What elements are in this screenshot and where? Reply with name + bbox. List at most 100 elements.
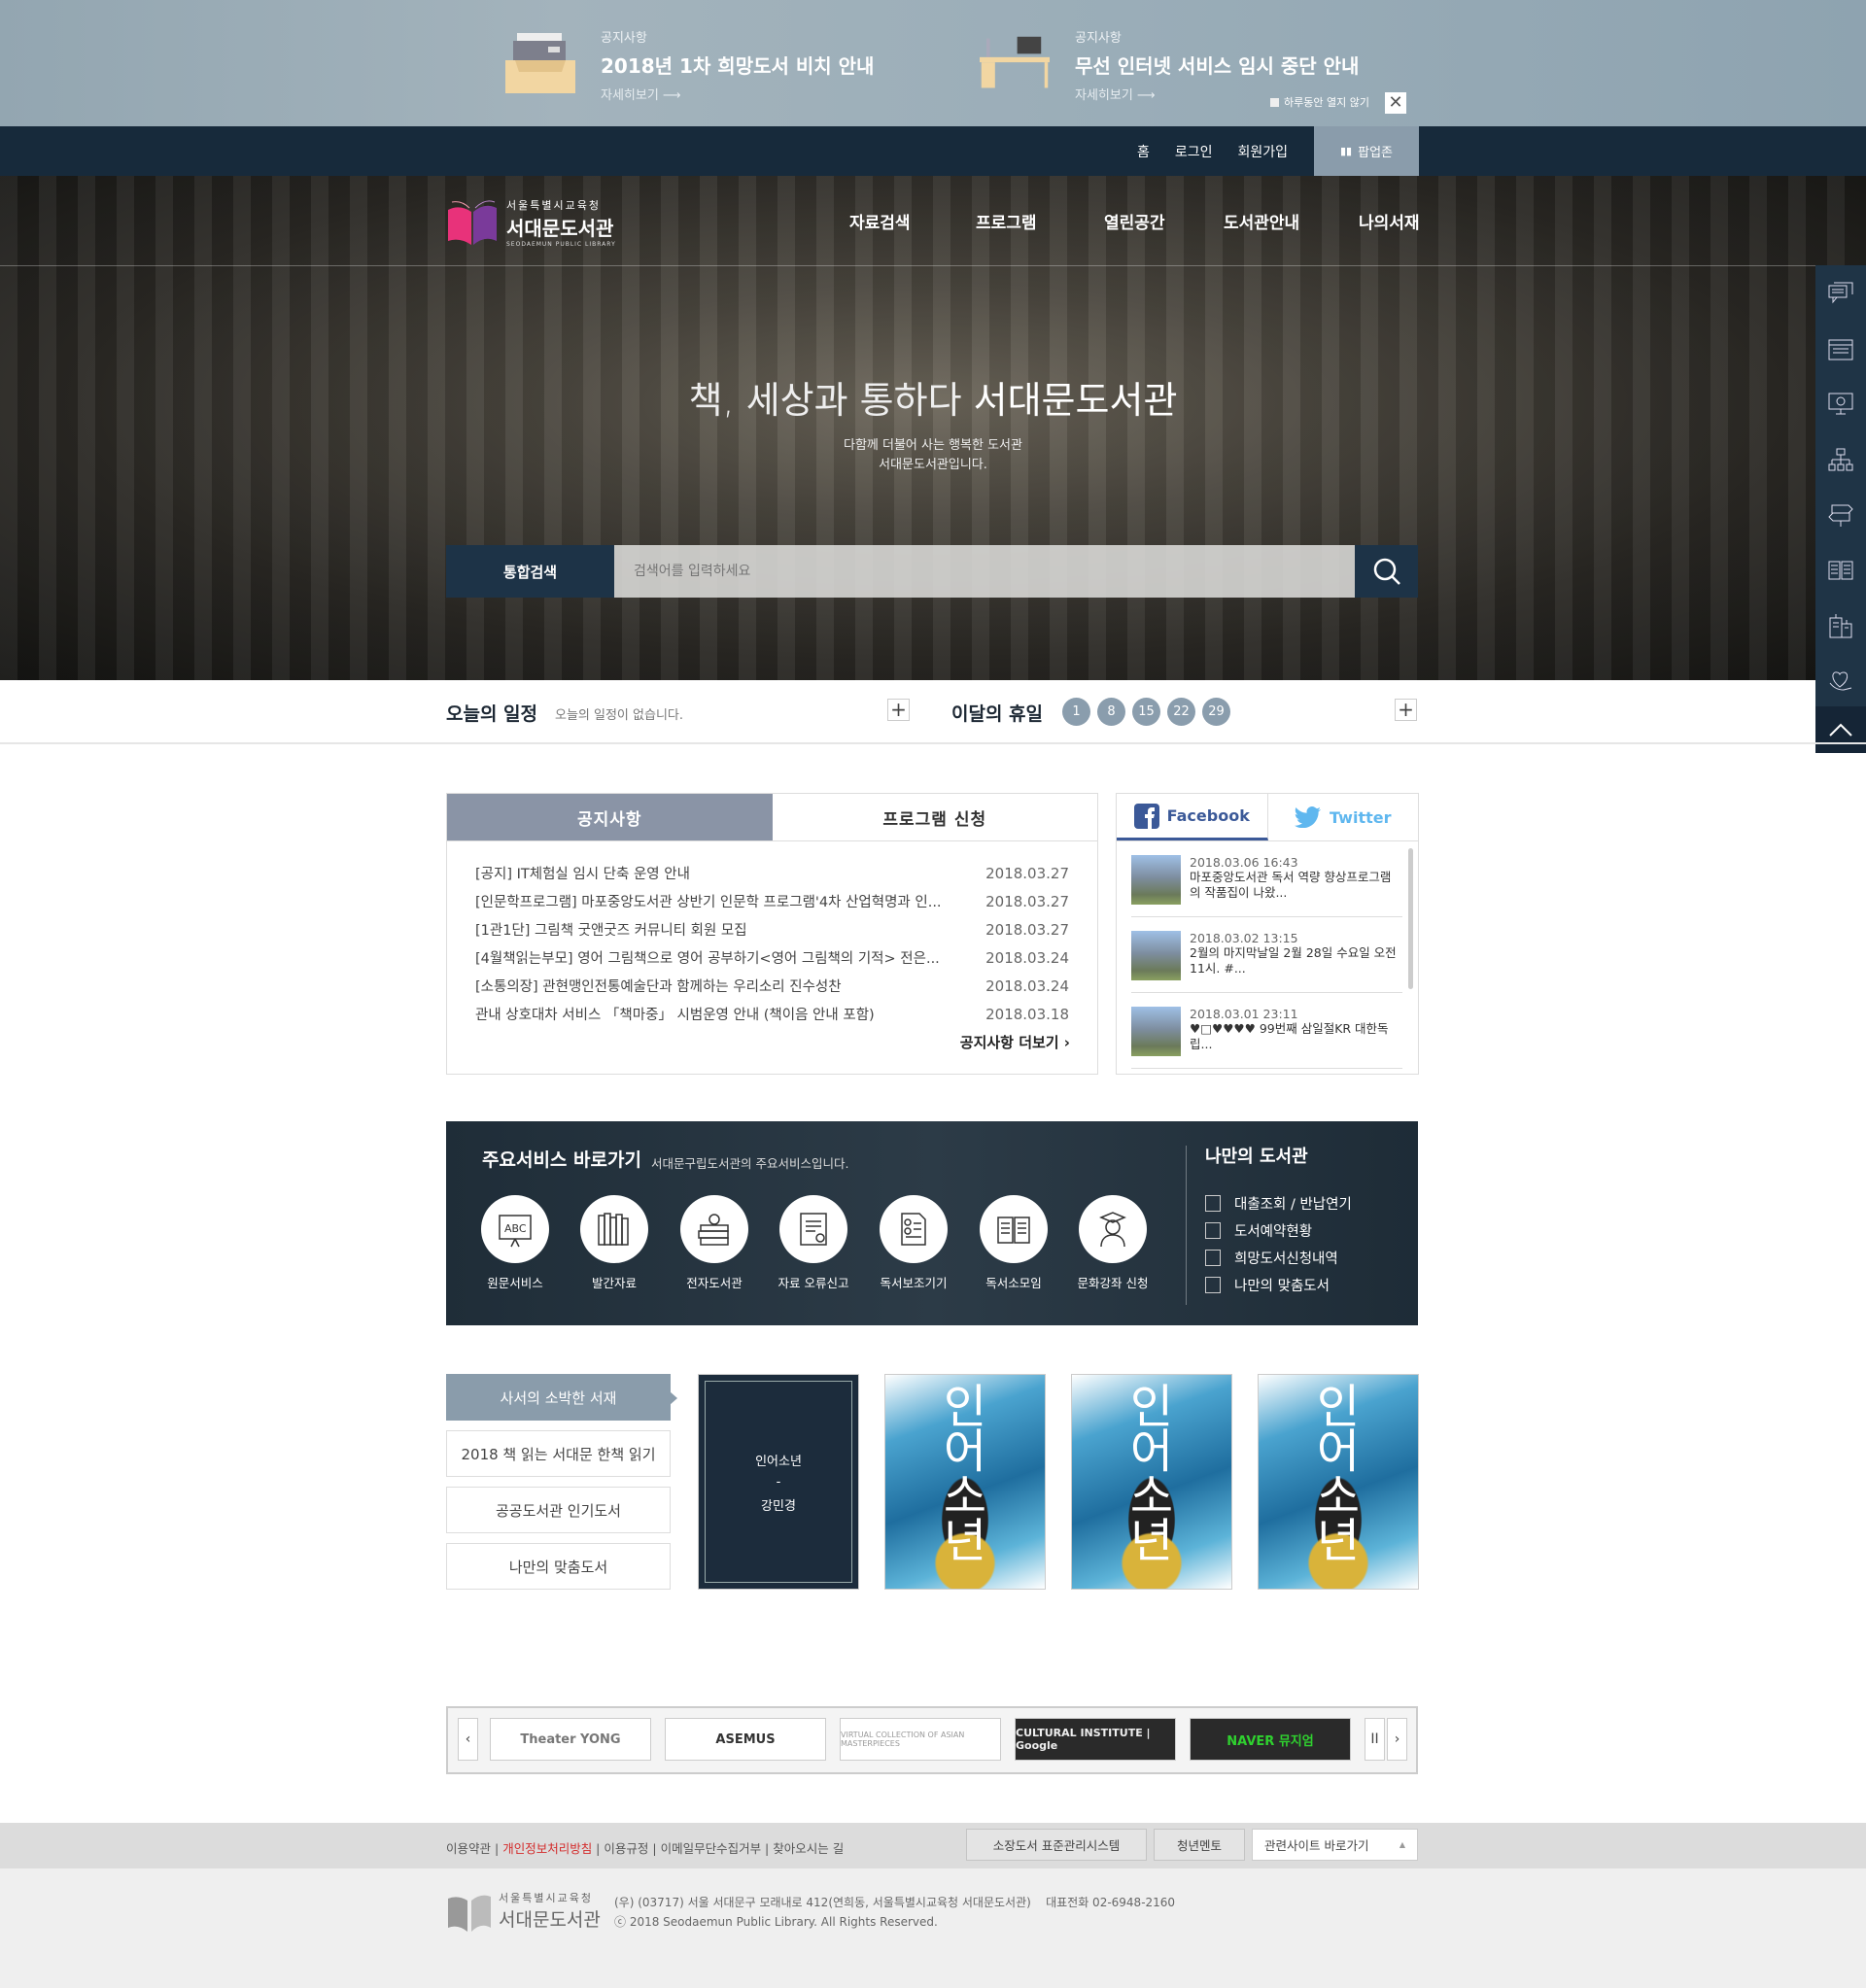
facebook-label: Facebook bbox=[1166, 806, 1250, 825]
popup-title[interactable]: 무선 인터넷 서비스 임시 중단 안내 bbox=[1075, 51, 1359, 79]
tab-program-apply[interactable]: 프로그램 신청 bbox=[773, 794, 1098, 840]
search-type-label[interactable]: 통합검색 bbox=[446, 545, 614, 598]
notice-title[interactable]: [4월책읽는부모] 영어 그림책으로 영어 공부하기<영어 그림책의 기적> 전… bbox=[475, 947, 985, 968]
search-input[interactable] bbox=[614, 545, 1355, 598]
my-item-label: 나만의 맞춤도서 bbox=[1234, 1279, 1330, 1294]
footer-link[interactable]: 이메일무단수집거부 bbox=[661, 1841, 762, 1856]
book-card[interactable]: 인어소년 bbox=[1258, 1374, 1419, 1590]
book-tab-one-book[interactable]: 2018 책 읽는 서대문 한책 읽기 bbox=[446, 1430, 671, 1477]
notice-row[interactable]: [소통의장] 관현맹인전통예술단과 함께하는 우리소리 진수성찬 2018.03.… bbox=[475, 972, 1069, 1000]
quick-sitemap-button[interactable] bbox=[1815, 431, 1866, 487]
nav-program[interactable]: 프로그램 bbox=[976, 209, 1037, 233]
partner-logo[interactable]: Theater YONG bbox=[490, 1718, 651, 1761]
today-more-button[interactable]: + bbox=[887, 699, 910, 721]
footer-link[interactable]: 개인정보처리방침 bbox=[502, 1841, 592, 1856]
nav-open-space[interactable]: 열린공간 bbox=[1104, 209, 1165, 233]
join-link[interactable]: 회원가입 bbox=[1237, 142, 1288, 161]
service-elibrary[interactable]: 전자도서관 bbox=[671, 1195, 758, 1291]
footer-link[interactable]: 찾아오시는 길 bbox=[773, 1841, 844, 1856]
search-button[interactable] bbox=[1355, 545, 1418, 598]
book-card-hover[interactable]: 인어소년 - 강민경 bbox=[698, 1374, 859, 1590]
notice-row[interactable]: [4월책읽는부모] 영어 그림책으로 영어 공부하기<영어 그림책의 기적> 전… bbox=[475, 943, 1069, 972]
book-sep: - bbox=[776, 1474, 781, 1490]
partner-logo[interactable]: ASEMUS bbox=[665, 1718, 826, 1761]
quick-book-button[interactable] bbox=[1815, 542, 1866, 598]
home-link[interactable]: 홈 bbox=[1137, 142, 1150, 161]
quick-calendar-button[interactable] bbox=[1815, 321, 1866, 376]
notice-row[interactable]: [공지] IT체험실 임시 단축 운영 안내 2018.03.27 bbox=[475, 859, 1069, 887]
notice-more-link[interactable]: 공지사항 더보기 › bbox=[960, 1032, 1070, 1052]
popup-zone-button[interactable]: ▮▮ 팝업존 bbox=[1314, 126, 1419, 176]
partner-logo[interactable]: NAVER 뮤지엄 bbox=[1190, 1718, 1351, 1761]
service-publications[interactable]: 발간자료 bbox=[570, 1195, 658, 1291]
social-post[interactable]: 2018.03.06 16:43 마포중앙도서관 독서 역량 향상프로그램 의 작… bbox=[1131, 841, 1402, 917]
nav-library-info[interactable]: 도서관안내 bbox=[1224, 209, 1299, 233]
popup-close-button[interactable]: ✕ bbox=[1385, 92, 1406, 114]
notice-row[interactable]: 관내 상호대차 서비스 「책마중」 시범운영 안내 (책이음 안내 포함) 201… bbox=[475, 1000, 1069, 1028]
my-request-link[interactable]: 희망도서신청내역 bbox=[1205, 1248, 1338, 1268]
graduate-icon bbox=[1099, 1212, 1126, 1248]
quick-building-button[interactable] bbox=[1815, 598, 1866, 653]
book-tab-popular[interactable]: 공공도서관 인기도서 bbox=[446, 1487, 671, 1533]
youth-mentor-button[interactable]: 청년멘토 bbox=[1154, 1829, 1245, 1861]
quick-chat-button[interactable] bbox=[1815, 265, 1866, 321]
footer-link[interactable]: 이용규정 bbox=[604, 1841, 648, 1856]
notice-title[interactable]: [공지] IT체험실 임시 단축 운영 안내 bbox=[475, 863, 985, 883]
partner-pause-button[interactable]: II bbox=[1365, 1718, 1385, 1761]
service-label: 발간자료 bbox=[591, 1276, 637, 1290]
social-post[interactable]: 2018.03.02 13:15 2월의 마지막날일 2월 28일 수요일 오전 … bbox=[1131, 917, 1402, 993]
service-fulltext[interactable]: ABC 원문서비스 bbox=[471, 1195, 559, 1291]
site-logo[interactable]: 서울특별시교육청 서대문도서관 SEODAEMUN PUBLIC LIBRARY bbox=[446, 197, 616, 248]
notice-title[interactable]: 관내 상호대차 서비스 「책마중」 시범운영 안내 (책이음 안내 포함) bbox=[475, 1004, 985, 1024]
popup-item[interactable]: 공지사항 무선 인터넷 서비스 임시 중단 안내 자세히보기 ⟶ bbox=[980, 27, 1359, 103]
signpost-icon bbox=[1828, 504, 1853, 527]
social-scrollbar[interactable] bbox=[1408, 848, 1413, 989]
book-tab-custom[interactable]: 나만의 맞춤도서 bbox=[446, 1543, 671, 1590]
service-label: 독서소모임 bbox=[985, 1276, 1042, 1290]
no-show-today-checkbox[interactable]: 하루동안 열지 않기 bbox=[1270, 94, 1369, 110]
notice-panel: 공지사항 프로그램 신청 [공지] IT체험실 임시 단축 운영 안내 2018.… bbox=[446, 793, 1098, 1075]
nav-search[interactable]: 자료검색 bbox=[849, 209, 911, 233]
popup-item[interactable]: 공지사항 2018년 1차 희망도서 비치 안내 자세히보기 ⟶ bbox=[505, 27, 874, 103]
partner-logo[interactable]: VIRTUAL COLLECTION OF ASIAN MASTERPIECES bbox=[840, 1718, 1001, 1761]
my-reservation-link[interactable]: 도서예약현황 bbox=[1205, 1220, 1312, 1241]
service-reading-club[interactable]: 독서소모임 bbox=[970, 1195, 1057, 1291]
notice-row[interactable]: [인문학프로그램] 마포중앙도서관 상반기 인문학 프로그램'4차 산업혁명과 … bbox=[475, 887, 1069, 915]
holiday-more-button[interactable]: + bbox=[1395, 699, 1417, 721]
my-library-title: 나만의 도서관 bbox=[1205, 1147, 1308, 1167]
login-link[interactable]: 로그인 bbox=[1175, 142, 1213, 161]
popup-more-link[interactable]: 자세히보기 ⟶ bbox=[601, 88, 681, 103]
my-custom-books-link[interactable]: 나만의 맞춤도서 bbox=[1205, 1275, 1330, 1295]
nav-my-library[interactable]: 나의서재 bbox=[1359, 209, 1420, 233]
footer-link[interactable]: 이용약관 bbox=[446, 1841, 491, 1856]
quick-directions-button[interactable] bbox=[1815, 487, 1866, 542]
notice-title[interactable]: [인문학프로그램] 마포중앙도서관 상반기 인문학 프로그램'4차 산업혁명과 … bbox=[475, 891, 985, 911]
service-error-report[interactable]: 자료 오류신고 bbox=[770, 1195, 857, 1291]
partner-next-button[interactable]: › bbox=[1387, 1718, 1407, 1761]
quick-elibrary-button[interactable] bbox=[1815, 376, 1866, 431]
notice-title[interactable]: [1관1단] 그림책 굿앤굿즈 커뮤니티 회원 모집 bbox=[475, 919, 985, 940]
related-sites-select[interactable]: 관련사이트 바로가기 ▲ bbox=[1252, 1829, 1418, 1861]
open-book-icon bbox=[997, 1217, 1030, 1244]
partner-logo[interactable]: CULTURAL INSTITUTE | Google bbox=[1015, 1718, 1176, 1761]
service-culture-class[interactable]: 문화강좌 신청 bbox=[1069, 1195, 1157, 1291]
popup-more-link[interactable]: 자세히보기 ⟶ bbox=[1075, 88, 1156, 103]
partner-prev-button[interactable]: ‹ bbox=[458, 1718, 478, 1761]
book-card[interactable]: 인어소년 bbox=[884, 1374, 1046, 1590]
hero-title-bold: 서대문도서관 bbox=[973, 379, 1178, 422]
my-loan-link[interactable]: 대출조회 / 반납연기 bbox=[1205, 1193, 1352, 1214]
notice-title[interactable]: [소통의장] 관현맹인전통예술단과 함께하는 우리소리 진수성찬 bbox=[475, 976, 985, 996]
tab-twitter[interactable]: Twitter bbox=[1268, 794, 1419, 840]
social-post[interactable]: 2018.03.01 23:11 ♥□♥♥♥♥ 99번째 삼일절KR 대한독립..… bbox=[1131, 993, 1402, 1069]
popup-title[interactable]: 2018년 1차 희망도서 비치 안내 bbox=[601, 51, 874, 79]
twitter-icon bbox=[1295, 806, 1322, 828]
notice-row[interactable]: [1관1단] 그림책 굿앤굿즈 커뮤니티 회원 모집 2018.03.27 bbox=[475, 915, 1069, 943]
book-card[interactable]: 인어소년 bbox=[1071, 1374, 1232, 1590]
service-reading-aids[interactable]: 독서보조기기 bbox=[870, 1195, 957, 1291]
tab-facebook[interactable]: Facebook bbox=[1117, 794, 1268, 840]
collection-system-button[interactable]: 소장도서 표준관리시스템 bbox=[966, 1829, 1147, 1861]
tab-notice[interactable]: 공지사항 bbox=[447, 794, 773, 840]
book-tab-librarian[interactable]: 사서의 소박한 서재 bbox=[446, 1374, 677, 1421]
holiday-title: 이달의 휴일 bbox=[951, 703, 1044, 725]
reservation-icon bbox=[1205, 1222, 1221, 1239]
